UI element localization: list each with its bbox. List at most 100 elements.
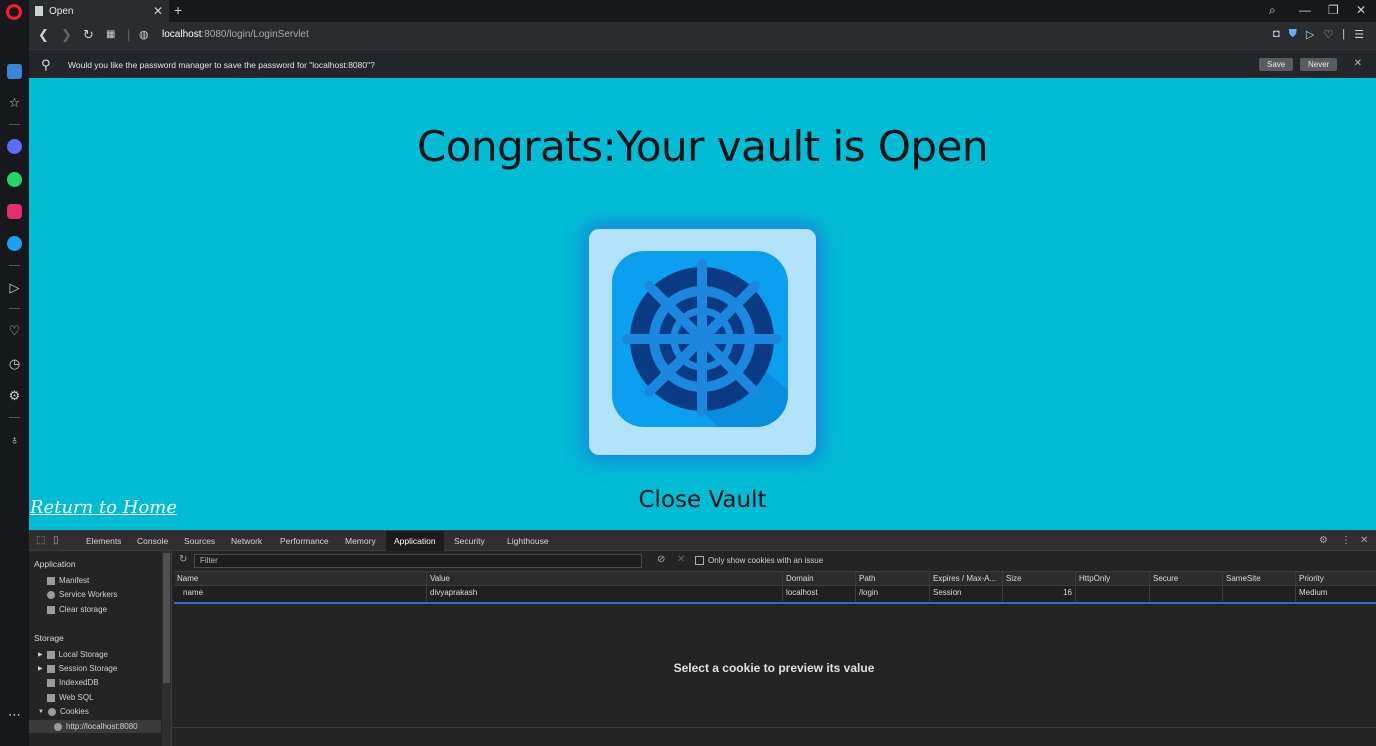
vault-icon bbox=[612, 251, 788, 427]
instagram-icon[interactable] bbox=[7, 204, 22, 219]
session-storage-label: Session Storage bbox=[58, 664, 118, 673]
send-icon[interactable]: ▷ bbox=[1306, 28, 1314, 41]
cookie-httponly-cell[interactable] bbox=[1075, 586, 1149, 602]
tab-elements[interactable]: Elements bbox=[78, 531, 129, 551]
refresh-icon[interactable]: ↻ bbox=[179, 554, 187, 565]
opera-sidebar: ☆ ▷ ♡ ◷ ⚙ ♁ ⋯ bbox=[0, 22, 29, 746]
tab-application[interactable]: Application bbox=[386, 531, 444, 551]
column-header[interactable]: Domain bbox=[782, 572, 855, 585]
tab-open[interactable]: Open ✕ bbox=[29, 0, 169, 22]
cookie-samesite-cell[interactable] bbox=[1222, 586, 1295, 602]
password-prompt: Would you like the password manager to s… bbox=[68, 60, 375, 70]
star-icon[interactable]: ☆ bbox=[7, 95, 22, 111]
local-storage-item[interactable]: ▶ Local Storage bbox=[38, 650, 108, 659]
send-icon[interactable]: ▷ bbox=[7, 280, 22, 296]
url-field[interactable]: localhost:8080/login/LoginServlet bbox=[162, 29, 309, 40]
manifest-item[interactable]: Manifest bbox=[47, 576, 89, 585]
close-bar-icon[interactable]: ✕ bbox=[1354, 58, 1362, 69]
tab-lighthouse[interactable]: Lighthouse bbox=[499, 531, 557, 551]
service-workers-item[interactable]: Service Workers bbox=[47, 590, 118, 599]
cookie-secure-cell[interactable] bbox=[1149, 586, 1222, 602]
cookie-icon bbox=[54, 722, 62, 731]
device-toggle-icon[interactable]: ▯ bbox=[53, 535, 59, 546]
heart-icon[interactable]: ♡ bbox=[7, 323, 22, 339]
cookie-priority-cell[interactable]: Medium bbox=[1295, 586, 1365, 602]
close-tab-icon[interactable]: ✕ bbox=[153, 4, 163, 18]
menu-icon[interactable]: ☰ bbox=[1354, 28, 1364, 41]
heart-icon[interactable]: ♡ bbox=[1323, 28, 1333, 41]
expand-arrow-icon[interactable]: ▶ bbox=[38, 651, 43, 658]
home-icon[interactable] bbox=[7, 64, 22, 79]
reload-icon[interactable]: ↻ bbox=[83, 27, 94, 43]
column-header[interactable]: Value bbox=[426, 572, 782, 585]
cookies-item[interactable]: ▼ Cookies bbox=[38, 707, 89, 716]
only-issue-checkbox[interactable] bbox=[695, 556, 704, 565]
tab-performance[interactable]: Performance bbox=[272, 531, 337, 551]
close-window-icon[interactable]: ✕ bbox=[1356, 3, 1366, 17]
tab-security[interactable]: Security bbox=[446, 531, 493, 551]
globe-icon[interactable]: ◍ bbox=[139, 28, 149, 41]
snapshot-icon[interactable]: ◘ bbox=[1273, 28, 1280, 41]
cookie-origin-item[interactable]: http://localhost:8080 bbox=[29, 720, 161, 733]
return-home-link[interactable]: Return to Home bbox=[30, 497, 177, 518]
column-header[interactable]: Secure bbox=[1149, 572, 1222, 585]
devtools-tab-bar: ⬚ ▯ Elements Console Sources Network Per… bbox=[29, 531, 1376, 551]
shield-icon[interactable]: ⛊ bbox=[1289, 28, 1297, 41]
cookie-value-cell[interactable]: divyaprakash bbox=[426, 586, 782, 602]
local-storage-label: Local Storage bbox=[58, 650, 108, 659]
tab-network[interactable]: Network bbox=[223, 531, 270, 551]
column-header[interactable]: Path bbox=[855, 572, 929, 585]
column-header[interactable]: Expires / Max-A... bbox=[929, 572, 1002, 585]
close-vault-button[interactable]: Close Vault bbox=[29, 487, 1376, 513]
gear-icon bbox=[47, 590, 55, 599]
clear-storage-item[interactable]: Clear storage bbox=[47, 605, 107, 614]
session-storage-item[interactable]: ▶ Session Storage bbox=[38, 664, 117, 673]
cookie-size-cell[interactable]: 16 bbox=[1002, 586, 1075, 602]
cookie-expires-cell[interactable]: Session bbox=[929, 586, 1002, 602]
column-header[interactable]: SameSite bbox=[1222, 572, 1295, 585]
cookie-path-cell[interactable]: /login bbox=[855, 586, 929, 602]
cookie-domain-cell[interactable]: localhost bbox=[782, 586, 855, 602]
cookie-name-cell[interactable]: name bbox=[174, 586, 426, 602]
minimize-icon[interactable]: — bbox=[1299, 3, 1311, 17]
web-sql-item[interactable]: Web SQL bbox=[47, 693, 94, 702]
more-icon[interactable]: ⋯ bbox=[7, 707, 22, 723]
indexeddb-item[interactable]: IndexedDB bbox=[47, 678, 99, 687]
restore-icon[interactable]: ❐ bbox=[1328, 3, 1339, 17]
messenger-icon[interactable] bbox=[7, 139, 22, 154]
twitter-icon[interactable] bbox=[7, 236, 22, 251]
filter-input[interactable]: Filter bbox=[194, 554, 642, 568]
close-devtools-icon[interactable]: ✕ bbox=[1360, 535, 1368, 546]
search-icon[interactable]: ⌕ bbox=[1269, 3, 1276, 18]
inspect-icon[interactable]: ⬚ bbox=[36, 535, 45, 546]
scrollbar-thumb[interactable] bbox=[163, 553, 170, 683]
tab-sources[interactable]: Sources bbox=[176, 531, 223, 551]
forward-icon[interactable]: ❯ bbox=[61, 27, 72, 43]
column-header[interactable]: Size bbox=[1002, 572, 1075, 585]
url-path: :8080/login/LoginServlet bbox=[201, 29, 309, 40]
expand-arrow-icon[interactable]: ▶ bbox=[38, 665, 43, 672]
delete-selected-icon[interactable]: ✕ bbox=[677, 554, 685, 565]
back-icon[interactable]: ❮ bbox=[38, 27, 49, 43]
sidebar-scrollbar[interactable] bbox=[162, 551, 171, 746]
settings-icon[interactable]: ⚙ bbox=[7, 388, 22, 404]
table-row[interactable]: name divyaprakash localhost /login Sessi… bbox=[174, 586, 1376, 604]
column-header[interactable]: Priority bbox=[1295, 572, 1365, 585]
settings-icon[interactable]: ⚙ bbox=[1319, 535, 1328, 546]
lightbulb-icon[interactable]: ♁ bbox=[7, 432, 22, 447]
column-header[interactable]: HttpOnly bbox=[1075, 572, 1149, 585]
web-sql-label: Web SQL bbox=[59, 693, 94, 702]
opera-logo-icon[interactable] bbox=[6, 4, 22, 20]
whatsapp-icon[interactable] bbox=[7, 172, 22, 187]
save-password-button[interactable]: Save bbox=[1259, 58, 1294, 71]
column-header[interactable]: Name bbox=[174, 572, 426, 585]
tab-memory[interactable]: Memory bbox=[337, 531, 384, 551]
tabs-grid-icon[interactable]: ▦ bbox=[106, 29, 115, 40]
never-save-button[interactable]: Never bbox=[1300, 58, 1338, 71]
more-icon[interactable]: ⋮ bbox=[1341, 535, 1351, 546]
new-tab-button[interactable]: + bbox=[174, 2, 182, 18]
tab-console[interactable]: Console bbox=[129, 531, 176, 551]
collapse-arrow-icon[interactable]: ▼ bbox=[38, 709, 44, 715]
history-icon[interactable]: ◷ bbox=[7, 356, 22, 372]
clear-all-icon[interactable]: ⊘ bbox=[657, 554, 665, 565]
